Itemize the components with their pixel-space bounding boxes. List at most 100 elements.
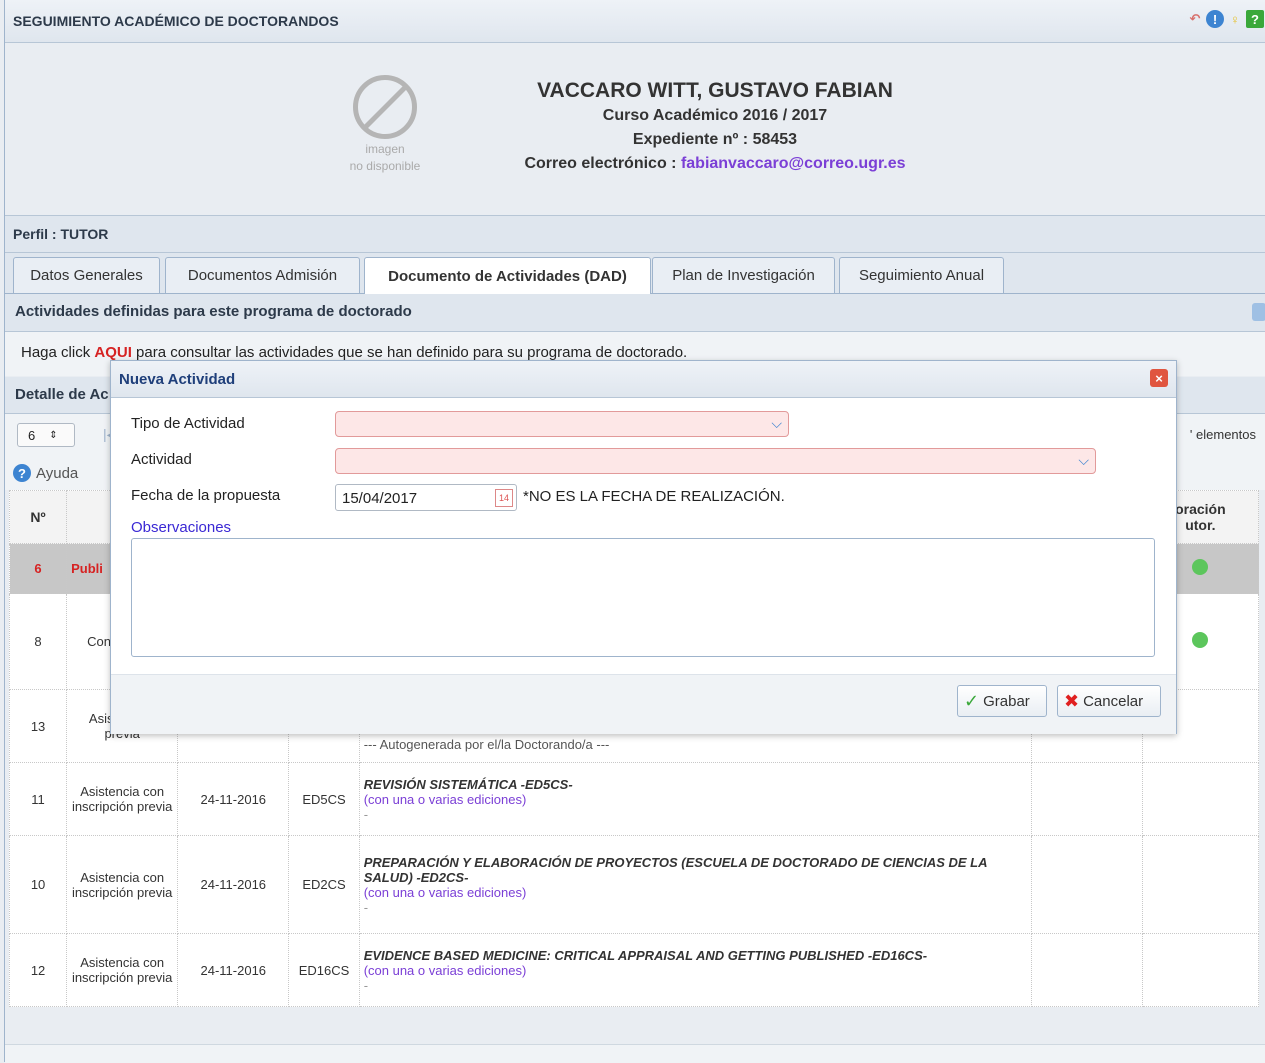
dialog-titlebar: Nueva Actividad × <box>111 361 1176 398</box>
info-icon[interactable]: ! <box>1206 10 1224 28</box>
tab-documento-actividades[interactable]: Documento de Actividades (DAD) <box>364 257 651 294</box>
close-icon[interactable]: × <box>1150 369 1168 387</box>
save-button[interactable]: ✓ Grabar <box>957 685 1047 717</box>
status-dot-icon <box>1192 559 1209 575</box>
cell-status <box>1141 933 1260 1007</box>
fecha-note: *NO ES LA FECHA DE REALIZACIÓN. <box>523 488 785 505</box>
help-label: Ayuda <box>36 464 79 482</box>
cell-num: 10 <box>8 835 68 934</box>
cell-title: REVISIÓN SISTEMÁTICA -ED5CS- (con una o v… <box>358 762 1032 836</box>
col-num[interactable]: Nº <box>8 490 68 544</box>
cell-num: 6 <box>8 543 68 594</box>
cancel-button[interactable]: ✖ Cancelar <box>1057 685 1161 717</box>
editions-link[interactable]: (con una o varias ediciones) <box>364 963 1027 978</box>
footer-bar <box>5 1044 1265 1063</box>
page-size-select[interactable]: 6 ⇕ <box>17 423 75 447</box>
cell-title: PREPARACIÓN Y ELABORACIÓN DE PROYECTOS (… <box>358 835 1032 934</box>
photo-caption-1: imagen <box>365 142 405 156</box>
cell-status <box>1141 762 1260 836</box>
student-name: VACCARO WITT, GUSTAVO FABIAN <box>537 79 893 102</box>
cell-num: 8 <box>8 593 68 690</box>
dash: - <box>363 977 369 993</box>
editions-link[interactable]: (con una o varias ediciones) <box>364 792 1027 807</box>
cell-a <box>1030 933 1143 1007</box>
dash: - <box>363 899 369 915</box>
academic-year: Curso Académico 2016 / 2017 <box>602 107 828 124</box>
activities-section-title: Actividades definidas para este programa… <box>15 303 412 320</box>
cell-code: ED16CS <box>288 933 360 1007</box>
lightbulb-icon[interactable]: ♀ <box>1226 10 1244 28</box>
detail-section-title: Detalle de Ac <box>15 386 109 403</box>
cell-title: EVIDENCE BASED MEDICINE: CRITICAL APPRAI… <box>358 933 1032 1007</box>
dash: - <box>363 806 369 822</box>
app-title: SEGUIMIENTO ACADÉMICO DE DOCTORANDOS <box>13 13 339 29</box>
col-val-line1: oración <box>1175 501 1226 517</box>
cancel-label: Cancelar <box>1083 692 1144 710</box>
cell-num: 11 <box>8 762 68 836</box>
activity-title: PREPARACIÓN Y ELABORACIÓN DE PROYECTOS (… <box>363 854 988 885</box>
info-suffix: para consultar las actividades que se ha… <box>131 344 688 361</box>
profile-label: Perfil : TUTOR <box>13 226 109 242</box>
info-prefix: Haga click <box>21 344 95 361</box>
new-activity-dialog: Nueva Actividad × Tipo de Actividad ⌵ Ac… <box>110 360 1177 734</box>
email-link[interactable]: fabianvaccaro@correo.ugr.es <box>681 155 906 172</box>
fecha-label: Fecha de la propuesta <box>131 487 281 504</box>
tab-datos-generales[interactable]: Datos Generales <box>13 257 160 293</box>
tab-seguimiento-anual[interactable]: Seguimiento Anual <box>839 257 1004 293</box>
cell-num: 12 <box>8 933 68 1007</box>
aqui-link[interactable]: AQUI <box>94 344 132 361</box>
email-label: Correo electrónico : <box>524 155 681 172</box>
record-number: Expediente nº : 58453 <box>632 131 798 148</box>
activities-info-text: Haga click AQUI para consultar las activ… <box>21 344 687 361</box>
activity-title: REVISIÓN SISTEMÁTICA -ED5CS- <box>363 776 573 792</box>
cell-status <box>1141 835 1260 934</box>
tipo-actividad-select[interactable]: ⌵ <box>335 411 789 437</box>
autogen-note: --- Autogenerada por el/la Doctorando/a … <box>363 737 610 752</box>
email-line: Correo electrónico : fabianvaccaro@corre… <box>485 155 945 173</box>
observaciones-label: Observaciones <box>131 519 232 536</box>
help-icon[interactable]: ? <box>1246 10 1264 28</box>
collapse-icon[interactable] <box>1252 303 1265 321</box>
table-row[interactable]: 10 Asistencia con inscripción previa 24-… <box>8 835 1260 934</box>
table-row[interactable]: 12 Asistencia con inscripción previa 24-… <box>8 933 1260 1007</box>
chevron-down-icon: ⌵ <box>771 415 782 431</box>
cell-code: ED5CS <box>288 762 360 836</box>
spinner-icon: ⇕ <box>49 429 58 441</box>
question-icon: ? <box>13 464 31 482</box>
cell-a <box>1030 762 1143 836</box>
no-camera-icon <box>353 75 417 139</box>
cell-code: ED2CS <box>288 835 360 934</box>
student-header: imagen no disponible VACCARO WITT, GUSTA… <box>5 43 1265 216</box>
fecha-value: 15/04/2017 <box>342 490 418 507</box>
col-val-line2: utor. <box>1185 517 1216 533</box>
photo-caption-2: no disponible <box>349 159 421 173</box>
observaciones-textarea[interactable] <box>131 538 1155 657</box>
tab-plan-investigacion[interactable]: Plan de Investigación <box>652 257 835 293</box>
tab-bar: Datos Generales Documentos Admisión Docu… <box>5 253 1265 294</box>
student-info: VACCARO WITT, GUSTAVO FABIAN Curso Acadé… <box>485 79 945 179</box>
tab-documentos-admision[interactable]: Documentos Admisión <box>165 257 360 293</box>
calendar-icon[interactable]: 14 <box>495 489 513 507</box>
cancel-x-icon: ✖ <box>1064 690 1080 711</box>
fecha-input[interactable]: 15/04/2017 14 <box>335 484 517 511</box>
dialog-footer: ✓ Grabar ✖ Cancelar <box>111 674 1176 734</box>
actividad-select[interactable]: ⌵ <box>335 448 1096 474</box>
cell-date: 24-11-2016 <box>177 835 290 934</box>
app-titlebar: SEGUIMIENTO ACADÉMICO DE DOCTORANDOS ↶ !… <box>5 0 1265 43</box>
save-label: Grabar <box>983 692 1030 710</box>
editions-link[interactable]: (con una o varias ediciones) <box>364 885 1027 900</box>
cell-tipo: Asistencia con inscripción previa <box>66 933 179 1007</box>
cell-tipo: Asistencia con inscripción previa <box>66 835 179 934</box>
cell-date: 24-11-2016 <box>177 762 290 836</box>
page-size-value: 6 <box>28 427 36 443</box>
help-button[interactable]: ? Ayuda <box>13 464 78 482</box>
check-icon: ✓ <box>964 690 980 711</box>
actividad-label: Actividad <box>131 451 192 468</box>
tipo-actividad-label: Tipo de Actividad <box>131 415 245 432</box>
table-row[interactable]: 11 Asistencia con inscripción previa 24-… <box>8 762 1260 836</box>
back-icon[interactable]: ↶ <box>1186 10 1204 28</box>
activities-section-header: Actividades definidas para este programa… <box>5 294 1265 332</box>
elements-label: ' elementos <box>1189 427 1256 442</box>
cell-a <box>1030 835 1143 934</box>
photo-placeholder: imagen no disponible <box>335 75 435 175</box>
